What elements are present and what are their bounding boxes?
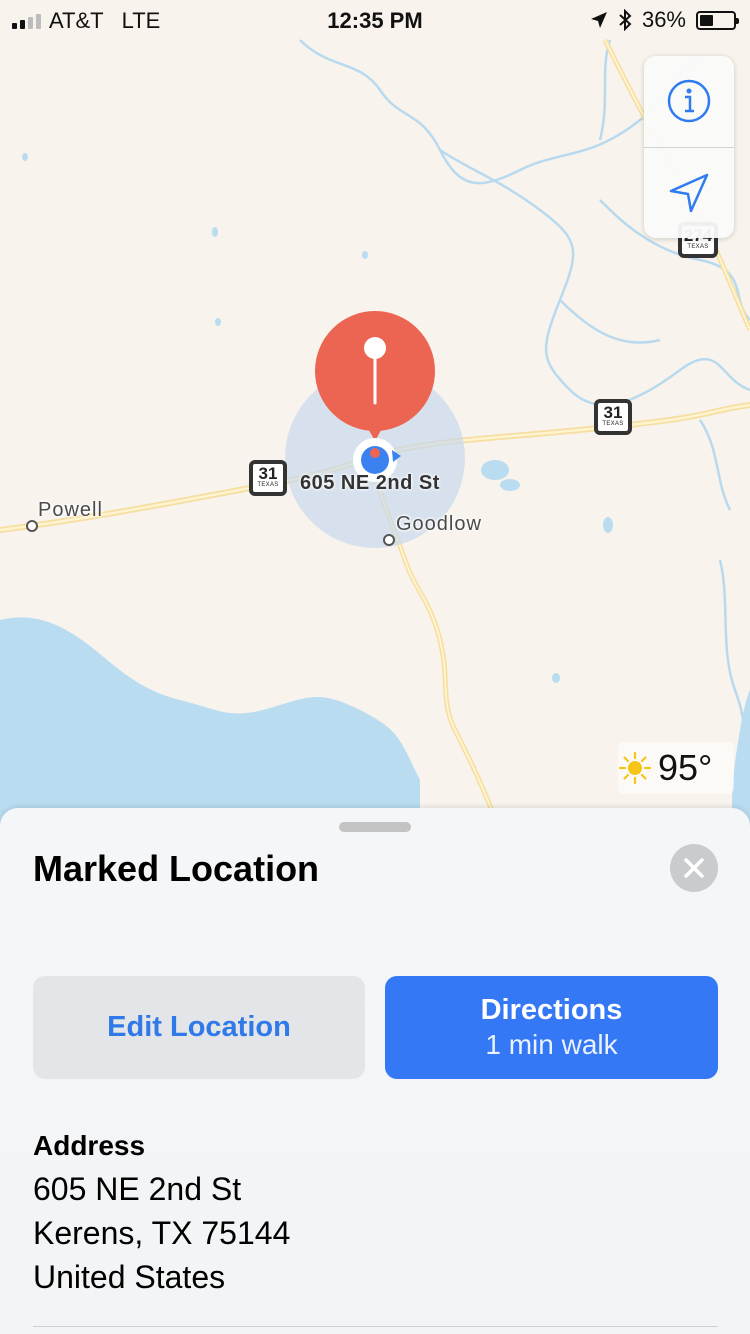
address-line-2: Kerens, TX 75144 (33, 1215, 291, 1251)
goodlow-dot (383, 534, 395, 546)
battery-icon (696, 10, 739, 30)
sun-icon (618, 751, 652, 785)
map-view[interactable]: 605 NE 2nd St Powell Goodlow 31 TEXAS 31 T… (0, 0, 750, 830)
close-button[interactable] (670, 844, 718, 892)
card-title: Marked Location (33, 848, 320, 889)
edit-location-label: Edit Location (107, 1011, 291, 1043)
close-icon (684, 858, 704, 878)
info-button[interactable] (644, 56, 734, 146)
place-label-goodlow: Goodlow (396, 513, 482, 535)
info-icon (667, 79, 711, 123)
address-line-3: United States (33, 1259, 226, 1295)
weather-badge: 95° (618, 742, 734, 794)
sheet-grabber[interactable] (339, 822, 411, 832)
location-services-icon (590, 12, 607, 28)
status-bar: AT&T LTE 12:35 PM 36% (0, 0, 750, 40)
address-line-1: 605 NE 2nd St (33, 1171, 242, 1207)
directions-eta: 1 min walk (485, 1029, 618, 1060)
highway-shield-31-east: 31 TEXAS (594, 399, 632, 435)
location-button[interactable] (644, 148, 734, 238)
weather-temp: 95° (658, 747, 713, 788)
powell-dot (26, 520, 38, 532)
directions-label: Directions (480, 994, 623, 1026)
highway-shield-31: 31 TEXAS (249, 460, 287, 496)
map-controls (644, 56, 734, 238)
location-arrow-icon (669, 173, 709, 213)
pin-address-label: 605 NE 2nd St (300, 472, 440, 494)
edit-location-button[interactable]: Edit Location (33, 976, 365, 1079)
section-divider (33, 1326, 718, 1327)
place-label-powell: Powell (38, 499, 103, 521)
address-heading: Address (33, 1130, 146, 1161)
directions-button[interactable]: Directions 1 min walk (385, 976, 718, 1079)
battery-percent: 36% (641, 7, 686, 32)
marked-pin-icon[interactable] (314, 311, 436, 446)
bluetooth-icon (619, 9, 632, 31)
place-card: Marked Location Edit Location Directions… (0, 808, 750, 1334)
